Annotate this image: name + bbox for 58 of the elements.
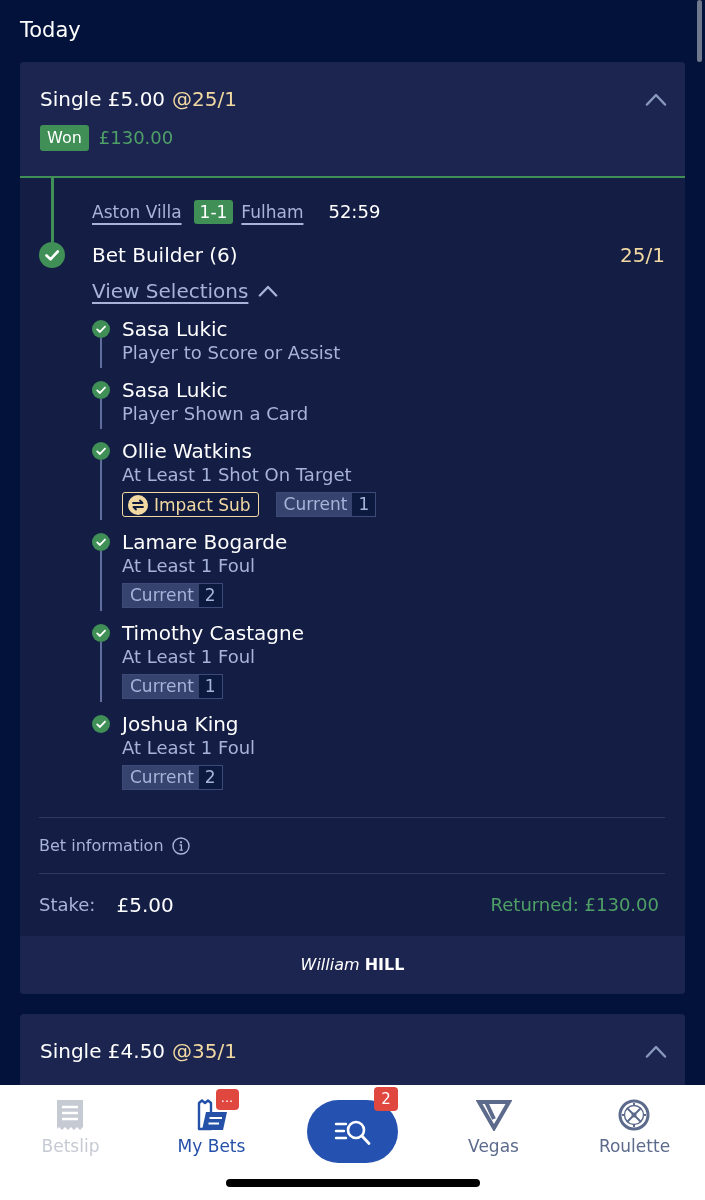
current-value: 2 xyxy=(198,766,222,789)
scrollbar-thumb xyxy=(697,0,702,62)
tag-label: Impact Sub xyxy=(154,493,251,516)
market-name: Bet Builder (6) xyxy=(92,243,238,267)
wheel-icon xyxy=(618,1099,651,1131)
player-name: Sasa Lukic xyxy=(122,378,229,402)
current-value: 2 xyxy=(198,584,222,607)
bet-information-label: Bet information xyxy=(39,835,164,856)
current-value: 1 xyxy=(198,675,222,698)
chevron-icon[interactable] xyxy=(645,92,667,106)
view-selections-link[interactable]: View Selections xyxy=(92,279,249,303)
nav-tab[interactable]: ... My Bets xyxy=(177,1089,246,1156)
stake-value: £5.00 xyxy=(116,893,174,917)
section-title: Today xyxy=(20,17,82,44)
stake-label: Stake: xyxy=(39,894,96,916)
v-shape-icon xyxy=(475,1099,512,1131)
player-name: Sasa Lukic xyxy=(122,317,229,341)
info-icon[interactable] xyxy=(171,836,190,855)
away-team-link[interactable]: Fulham xyxy=(241,201,304,223)
player-name: Joshua King xyxy=(122,712,240,736)
selection-market: At Least 1 Shot On Target xyxy=(122,463,353,487)
chevron-icon[interactable] xyxy=(258,285,279,297)
nav-tab[interactable]: Roulette xyxy=(598,1089,671,1156)
brand-logo: William HILL xyxy=(300,954,405,976)
selection-market: At Least 1 Foul xyxy=(122,554,257,578)
score-badge: 1-1 xyxy=(193,200,234,224)
timeline-line xyxy=(100,338,102,368)
bet-odds: @25/1 xyxy=(172,87,238,111)
timeline-line xyxy=(100,399,102,429)
current-value: 1 xyxy=(352,493,376,516)
selection-market: Player to Score or Assist xyxy=(122,341,341,365)
winnings-amount: £130.00 xyxy=(98,126,174,150)
result-badge: Won xyxy=(40,125,89,151)
player-name: Ollie Watkins xyxy=(122,439,253,463)
bet-summary: Single £5.00 xyxy=(40,87,166,111)
returned-amount: Returned: £130.00 xyxy=(490,894,660,916)
receipt-icon xyxy=(55,1099,86,1131)
bet-summary: Single £4.50 xyxy=(40,1039,166,1063)
selection-market: At Least 1 Foul xyxy=(122,736,256,760)
timeline-line xyxy=(100,551,102,611)
notification-count: 2 xyxy=(374,1087,398,1111)
bet-odds: @35/1 xyxy=(172,1039,238,1063)
player-name: Timothy Castagne xyxy=(122,621,304,645)
chevron-icon[interactable] xyxy=(645,1044,667,1058)
tag-label: Current xyxy=(130,584,194,607)
notification-badge: ... xyxy=(215,1089,239,1110)
selection-market: Player Shown a Card xyxy=(122,402,309,426)
player-name: Lamare Bogarde xyxy=(122,530,288,554)
timeline-line xyxy=(100,642,102,702)
home-team-link[interactable]: Aston Villa xyxy=(92,201,182,223)
tag-label: Current xyxy=(130,675,194,698)
match-clock: 52:59 xyxy=(328,201,381,223)
timeline-line xyxy=(100,460,102,520)
tag-label: Current xyxy=(130,766,194,789)
selection-market: At Least 1 Foul xyxy=(122,645,257,669)
market-odds: 25/1 xyxy=(620,243,665,267)
tag-label: Current xyxy=(283,493,348,516)
nav-tab[interactable]: Vegas xyxy=(468,1089,519,1156)
